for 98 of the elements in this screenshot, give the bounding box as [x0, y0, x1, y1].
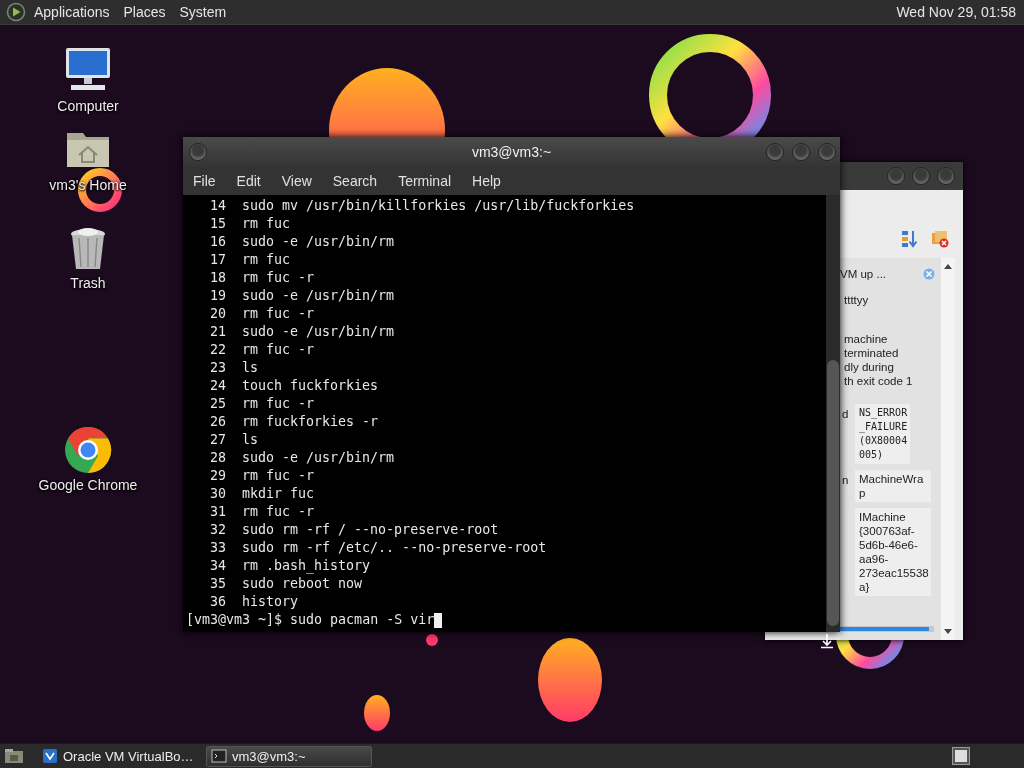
command-text: sudo -e /usr/bin/rm [242, 323, 395, 341]
line-number: 15 [209, 215, 226, 233]
icon-label[interactable]: Computer [57, 98, 119, 114]
command-text: ls [242, 359, 259, 377]
detail-value: NS_ERROR_FAILURE (0X80004005) [855, 404, 911, 464]
chrome-icon[interactable] [64, 426, 112, 474]
message-text: th exit code 1 [844, 374, 914, 388]
line-number: 36 [209, 593, 226, 611]
command-text: mkdir fuc [242, 485, 315, 503]
sort-icon[interactable] [901, 230, 919, 248]
menu-item[interactable]: File [193, 173, 216, 189]
command-text: history [242, 593, 299, 611]
menu-item[interactable]: View [281, 173, 312, 189]
window-button[interactable] [937, 167, 955, 185]
line-number: 16 [209, 233, 226, 251]
line-number: 18 [209, 269, 226, 287]
detail-label: d [842, 408, 849, 420]
scrollbar[interactable] [826, 195, 840, 632]
notice-subtitle: ttttyy [844, 294, 870, 306]
line-number: 30 [209, 485, 226, 503]
scrollbar[interactable] [941, 258, 955, 640]
clock[interactable]: Wed Nov 29, 01:58 [888, 4, 1016, 20]
command-text: sudo rm -rf /etc/.. --no-preserve-root [242, 539, 547, 557]
scroll-down-icon[interactable] [944, 629, 952, 634]
line-number: 22 [209, 341, 226, 359]
line-number: 25 [209, 395, 226, 413]
line-number: 24 [209, 377, 226, 395]
command-text: rm fuc -r [242, 503, 315, 521]
command-input[interactable]: sudo pacman -S vir [290, 611, 435, 629]
command-text: ls [242, 431, 259, 449]
line-number: 14 [209, 197, 226, 215]
command-text: rm fuc [242, 251, 291, 269]
menu-item[interactable]: Terminal [398, 173, 452, 189]
line-number: 17 [209, 251, 226, 269]
icon-label[interactable]: Google Chrome [38, 477, 138, 493]
taskbar-button[interactable]: vm3@vm3:~ [206, 745, 372, 767]
workspace-switcher[interactable] [952, 747, 970, 765]
command-text: rm fuc -r [242, 305, 315, 323]
text-cursor [434, 612, 443, 628]
window-button[interactable] [912, 167, 930, 185]
close-all-icon[interactable] [931, 230, 949, 248]
line-number: 21 [209, 323, 226, 341]
line-number: 26 [209, 413, 226, 431]
prompt-text: [vm3@vm3 ~]$ [186, 611, 283, 629]
close-icon[interactable] [923, 268, 935, 280]
window-button[interactable] [887, 167, 905, 185]
line-number: 28 [209, 449, 226, 467]
icon-label[interactable]: Trash [70, 275, 106, 291]
trash-icon[interactable] [68, 226, 108, 272]
command-text: sudo -e /usr/bin/rm [242, 287, 395, 305]
taskbar-button[interactable]: Oracle VM VirtualBo… [38, 745, 204, 767]
message-text: machine [844, 332, 889, 346]
line-number: 20 [209, 305, 226, 323]
detail-value: IMachine {300763af-5d6b-46e6-aa96-273eac15538a} [855, 508, 931, 596]
command-text: rm .bash_history [242, 557, 371, 575]
command-text: rm fuc -r [242, 395, 315, 413]
window-menu-button[interactable] [189, 143, 207, 161]
line-number: 34 [209, 557, 226, 575]
command-text: rm fuckforkies -r [242, 413, 379, 431]
menu-item[interactable]: Search [332, 173, 378, 189]
line-number: 31 [209, 503, 226, 521]
line-number: 23 [209, 359, 226, 377]
line-number: 27 [209, 431, 226, 449]
menu-item[interactable]: Places [123, 4, 166, 20]
command-text: rm fuc -r [242, 341, 315, 359]
line-number: 32 [209, 521, 226, 539]
line-number: 35 [209, 575, 226, 593]
menu-item[interactable]: Help [472, 173, 501, 189]
scroll-up-icon[interactable] [944, 264, 952, 269]
line-number: 33 [209, 539, 226, 557]
message-text: terminated [844, 346, 900, 360]
show-desktop-icon[interactable] [4, 747, 24, 765]
virtualbox-icon [42, 748, 58, 764]
detail-label: n [842, 474, 849, 486]
command-text: rm fuc [242, 215, 291, 233]
command-text: sudo -e /usr/bin/rm [242, 233, 395, 251]
window-title: vm3@vm3:~ [470, 144, 553, 160]
command-text: rm fuc -r [242, 467, 315, 485]
menu-item[interactable]: Edit [236, 173, 261, 189]
menu-item[interactable]: System [179, 4, 227, 20]
maximize-button[interactable] [792, 143, 810, 161]
command-text: sudo rm -rf / --no-preserve-root [242, 521, 499, 539]
command-text: sudo mv /usr/bin/killforkies /usr/lib/fuckforkies [242, 197, 635, 215]
minimize-button[interactable] [766, 143, 784, 161]
terminal-icon [211, 748, 227, 764]
menu-item[interactable]: Applications [34, 4, 110, 20]
detail-value: MachineWrap [855, 470, 931, 502]
notice-title: VM up ... [840, 268, 887, 280]
resize-cursor-icon [819, 633, 835, 649]
line-number: 29 [209, 467, 226, 485]
command-text: sudo reboot now [242, 575, 363, 593]
message-text: dly during [844, 360, 895, 374]
command-text: rm fuc -r [242, 269, 315, 287]
command-text: sudo -e /usr/bin/rm [242, 449, 395, 467]
command-text: touch fuckforkies [242, 377, 379, 395]
logo-icon[interactable] [6, 2, 26, 22]
line-number: 19 [209, 287, 226, 305]
close-button[interactable] [818, 143, 836, 161]
